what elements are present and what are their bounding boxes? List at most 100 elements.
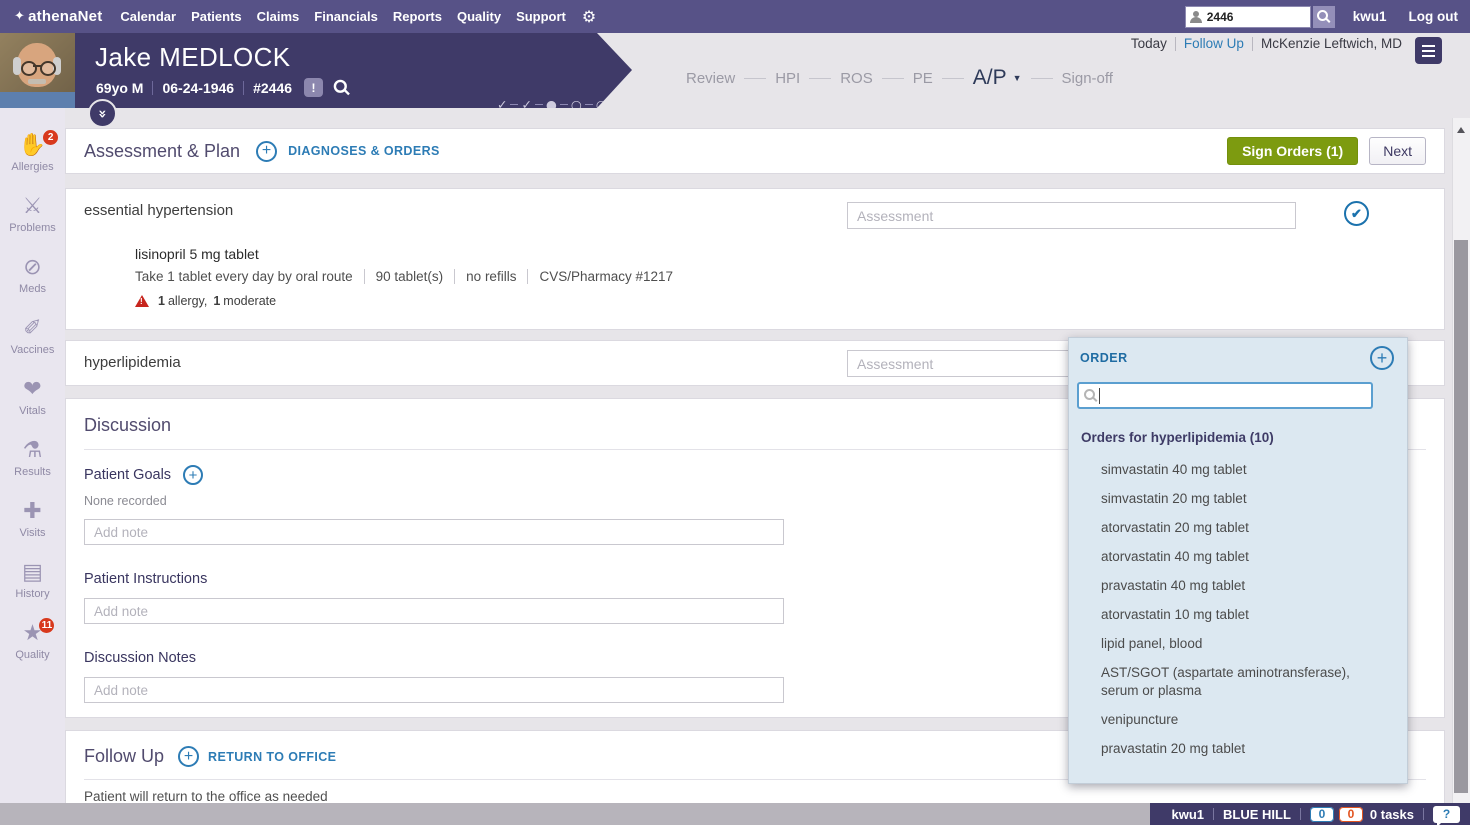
nav-menu-item[interactable]: Support [516,9,566,24]
order-option[interactable]: AST/SGOT (aspartate aminotransferase), s… [1101,658,1351,705]
workflow-step[interactable]: Review [686,70,735,87]
sidebar-item[interactable]: ✋ 2 Allergies [0,130,65,173]
patient-search-input[interactable] [1204,8,1299,25]
patient-id: #2446 [253,79,293,96]
order-search-field [1077,382,1373,409]
search-submit-button[interactable] [1312,5,1335,28]
double-chevron-down-icon: « [94,108,111,119]
sidebar-item[interactable]: ✐ Vaccines [0,316,65,357]
order-search-input[interactable] [1102,388,1366,403]
discussion-notes-input[interactable] [84,677,784,703]
progress-step-icon: ○ [582,97,607,108]
follow-up-note: Patient will return to the office as nee… [84,789,328,804]
status-username[interactable]: kwu1 [1172,807,1205,822]
interaction-warning: ! 1 allergy, 1 moderate [135,294,673,308]
patient-age-sex: 69yo M [96,79,144,96]
heart-pulse-icon: ❤ [23,377,42,402]
sidebar-item-label: Visits [19,527,46,539]
sidebar-item[interactable]: ⚗ Results [0,438,65,479]
divider [1423,808,1424,820]
order-option[interactable]: atorvastatin 20 mg tablet [1101,513,1351,542]
order-option[interactable]: simvastatin 40 mg tablet [1101,455,1351,484]
order-option[interactable]: venipuncture [1101,705,1351,734]
nav-menu-item[interactable]: Patients [191,9,242,24]
scrollbar-thumb[interactable] [1454,240,1468,793]
sidebar-item-label: Meds [19,283,46,295]
add-order-icon[interactable]: + [1370,346,1394,370]
inbox-count-orange[interactable]: 0 [1338,806,1363,822]
sidebar-item-label: History [15,588,50,600]
patient-search-box [1184,5,1311,28]
order-option[interactable]: atorvastatin 40 mg tablet [1101,542,1351,571]
order-option[interactable]: pravastatin 40 mg tablet [1101,571,1351,600]
status-department[interactable]: BLUE HILL [1223,807,1291,822]
assessment-input[interactable] [847,202,1296,229]
help-icon[interactable]: ? [1433,805,1460,825]
order-option[interactable]: atorvastatin 10 mg tablet [1101,600,1351,629]
sidebar-item[interactable]: ⊘ Meds [0,255,65,296]
athenanet-app: ✦ athenaNet Calendar Patients Claims Financ… [0,0,1470,825]
workflow-step[interactable]: Sign-off [1022,70,1113,87]
patient-alert-icon[interactable]: ! [304,78,324,97]
sign-orders-button[interactable]: Sign Orders (1) [1227,137,1359,165]
plus-circle-icon[interactable]: + [256,140,278,162]
today-link[interactable]: Today [1131,36,1167,51]
add-diagnoses-orders-link[interactable]: DIAGNOSES & ORDERS [288,144,440,158]
sidebar-item-label: Problems [9,222,56,234]
inbox-count-blue[interactable]: 0 [1309,806,1334,822]
workflow-step[interactable]: ROS [800,70,873,87]
order-option[interactable]: pravastatin 20 mg tablet [1101,734,1351,763]
encounter-progress-indicator: ✓ ✓ ● ○ ○ [497,97,607,112]
provider-name[interactable]: McKenzie Leftwich, MD [1261,36,1402,51]
athenanet-logo[interactable]: ✦ athenaNet [14,8,102,25]
expand-banner-button[interactable]: « [88,99,117,128]
workflow-step[interactable]: HPI [735,70,800,87]
sidebar-item[interactable]: ▤ History [0,560,65,601]
nav-menu-item[interactable]: Calendar [120,9,176,24]
logout-link[interactable]: Log out [1409,9,1458,24]
gear-icon[interactable]: ⚙ [582,7,596,26]
sidebar-item[interactable]: ❤ Vitals [0,377,65,418]
progress-step-icon: ✓ [497,97,508,112]
sidebar-item-label: Results [14,466,51,478]
sidebar-item[interactable]: ★ 11 Quality [0,618,65,661]
nav-menu-item[interactable]: Claims [257,9,300,24]
sidebar-item[interactable]: ✚ Visits [0,499,65,540]
patient-banner: Jake MEDLOCK 69yo M 06-24-1946 #2446 ! ✓… [0,33,632,108]
medication-order[interactable]: lisinopril 5 mg tablet Take 1 tablet eve… [135,246,673,308]
tasks-count[interactable]: 0 tasks [1370,807,1414,822]
workflow-step[interactable]: PE [873,70,933,87]
patient-instructions-note-input[interactable] [84,598,784,624]
sig-part: Take 1 tablet every day by oral route [135,269,353,284]
nav-menu-item[interactable]: Financials [314,9,378,24]
workflow-step[interactable]: A/P ▼ [933,66,1022,90]
clipboard-icon: ▤ [22,560,43,585]
order-option[interactable]: simvastatin 20 mg tablet [1101,484,1351,513]
sidebar-item[interactable]: ⚔ Problems [0,194,65,235]
medical-bag-icon: ✚ [23,499,42,524]
diagnosis-name: essential hypertension [84,202,234,219]
magnifier-icon [1084,389,1097,402]
nav-menu-item[interactable]: Reports [393,9,442,24]
patient-goals-note-input[interactable] [84,519,784,545]
scroll-up-icon[interactable] [1457,127,1465,133]
nav-username[interactable]: kwu1 [1353,9,1387,24]
patient-photo[interactable] [0,33,75,108]
nav-menu: Calendar Patients Claims Financials Reports Q… [120,9,565,24]
count-badge: 2 [43,130,59,145]
order-option[interactable]: lipid panel, blood [1101,629,1351,658]
lab-flask-icon: ⚗ [22,438,43,463]
follow-up-title: Follow Up [84,746,165,766]
hamburger-menu-icon[interactable] [1415,37,1442,64]
add-follow-up-icon[interactable]: + [178,746,200,767]
return-to-office-link[interactable]: RETURN TO OFFICE [208,750,336,764]
follow-up-link[interactable]: Follow Up [1184,36,1244,51]
nav-menu-item[interactable]: Quality [457,9,501,24]
order-signed-check-icon[interactable]: ✔ [1344,201,1369,226]
person-icon [1189,10,1202,23]
add-patient-goal-icon[interactable]: + [183,465,204,485]
next-button[interactable]: Next [1369,137,1426,165]
horizontal-scrollbar[interactable] [0,803,1150,825]
vertical-scrollbar[interactable] [1452,118,1470,803]
chart-search-icon[interactable] [333,79,350,96]
